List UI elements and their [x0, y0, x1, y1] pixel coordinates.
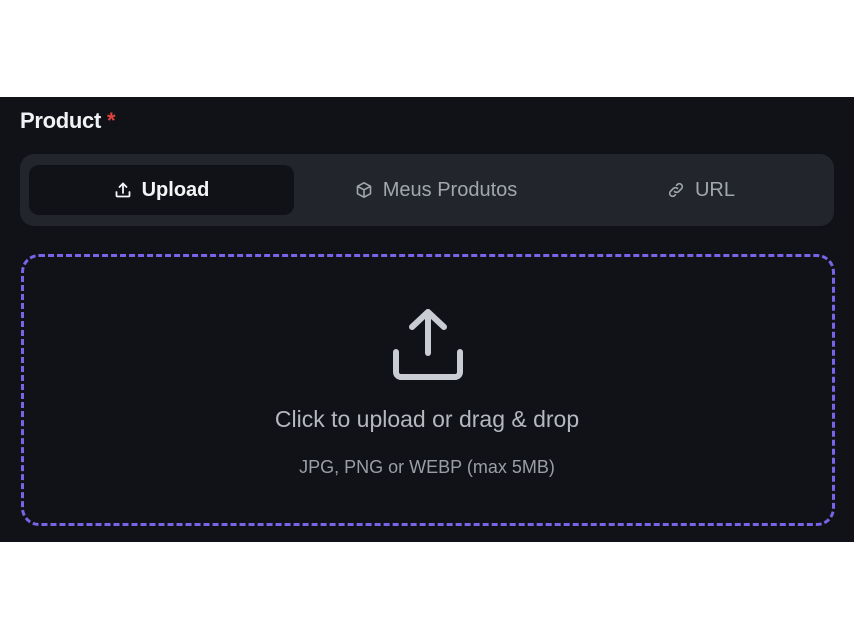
upload-icon: [390, 306, 466, 382]
tab-meus-produtos[interactable]: Meus Produtos: [306, 165, 566, 215]
upload-icon: [114, 181, 132, 199]
tab-meus-produtos-label: Meus Produtos: [382, 178, 518, 201]
package-icon: [355, 181, 373, 199]
field-label-text: Product: [20, 108, 102, 133]
file-dropzone[interactable]: [21, 254, 835, 526]
source-tabs: Upload Meus Produtos URL: [20, 154, 834, 226]
required-asterisk: *: [107, 108, 116, 133]
dropzone-hint: JPG, PNG or WEBP (max 5MB): [299, 457, 555, 477]
tab-upload[interactable]: Upload: [29, 165, 294, 215]
tab-upload-label: Upload: [141, 178, 210, 201]
tab-url[interactable]: URL: [576, 165, 826, 215]
product-field-label: Product *: [20, 108, 116, 134]
link-icon: [667, 181, 685, 199]
tab-url-label: URL: [694, 178, 735, 201]
dropzone-title: Click to upload or drag & drop: [274, 406, 580, 432]
